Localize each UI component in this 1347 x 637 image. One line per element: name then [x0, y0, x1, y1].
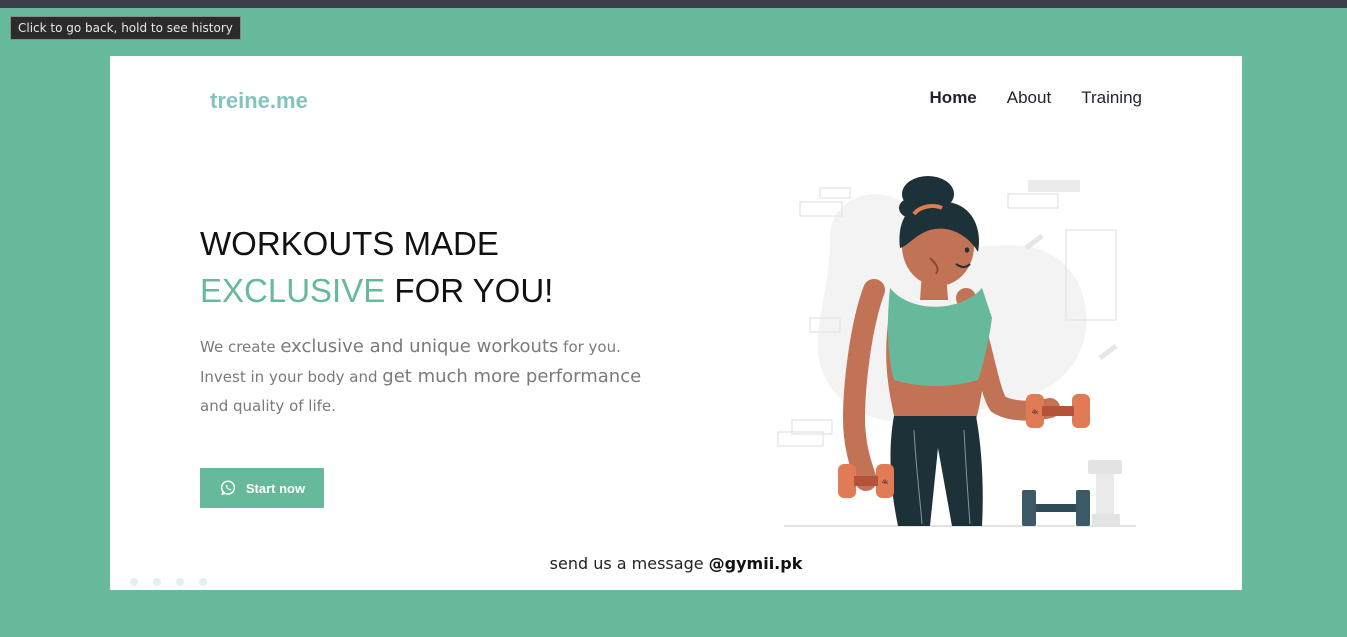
dumbbell-tag-left: 4k	[882, 480, 889, 486]
hero-description: We create exclusive and unique workouts …	[200, 332, 660, 421]
footer-text: send us a message	[549, 554, 709, 573]
carousel-dot[interactable]	[130, 578, 138, 586]
browser-top-bar	[0, 0, 1347, 8]
desc-text: and quality of life.	[200, 397, 336, 415]
footer-message: send us a message @gymii.pk	[110, 554, 1242, 573]
nav-training[interactable]: Training	[1081, 88, 1142, 108]
desc-emphasis: exclusive and unique workouts	[280, 336, 559, 357]
start-now-label: Start now	[245, 480, 306, 496]
carousel-dot[interactable]	[176, 578, 184, 586]
whatsapp-icon	[220, 480, 235, 496]
hero-headline: WORKOUTS MADE EXCLUSIVE FOR YOU!	[200, 220, 553, 314]
headline-line-2-rest: FOR YOU!	[385, 272, 554, 309]
nav-home[interactable]: Home	[930, 88, 977, 108]
desc-emphasis: get much more performance	[382, 366, 642, 387]
desc-text: We create	[200, 338, 281, 356]
desc-text: for you.	[558, 338, 621, 356]
desc-text: Invest in your body and	[200, 368, 383, 386]
headline-line-2: EXCLUSIVE FOR YOU!	[200, 267, 553, 314]
landing-card: treine.me Home About Training WORKOUTS M…	[110, 56, 1242, 590]
instagram-handle[interactable]: @gymii.pk	[709, 554, 803, 573]
carousel-dot[interactable]	[153, 578, 161, 586]
start-now-button[interactable]: Start now	[200, 468, 324, 508]
woman-lifting-dumbbells-illustration: 4k 4k	[777, 176, 1136, 527]
headline-accent-word: EXCLUSIVE	[200, 272, 386, 309]
nav-about[interactable]: About	[1007, 88, 1051, 108]
brand-logo[interactable]: treine.me	[210, 88, 308, 114]
dumbbell-tag-right: 4k	[1032, 410, 1039, 416]
headline-line-1: WORKOUTS MADE	[200, 225, 499, 262]
carousel-dots	[130, 578, 207, 586]
back-button-tooltip: Click to go back, hold to see history	[10, 16, 241, 40]
carousel-dot[interactable]	[199, 578, 207, 586]
main-nav: Home About Training	[930, 88, 1142, 108]
